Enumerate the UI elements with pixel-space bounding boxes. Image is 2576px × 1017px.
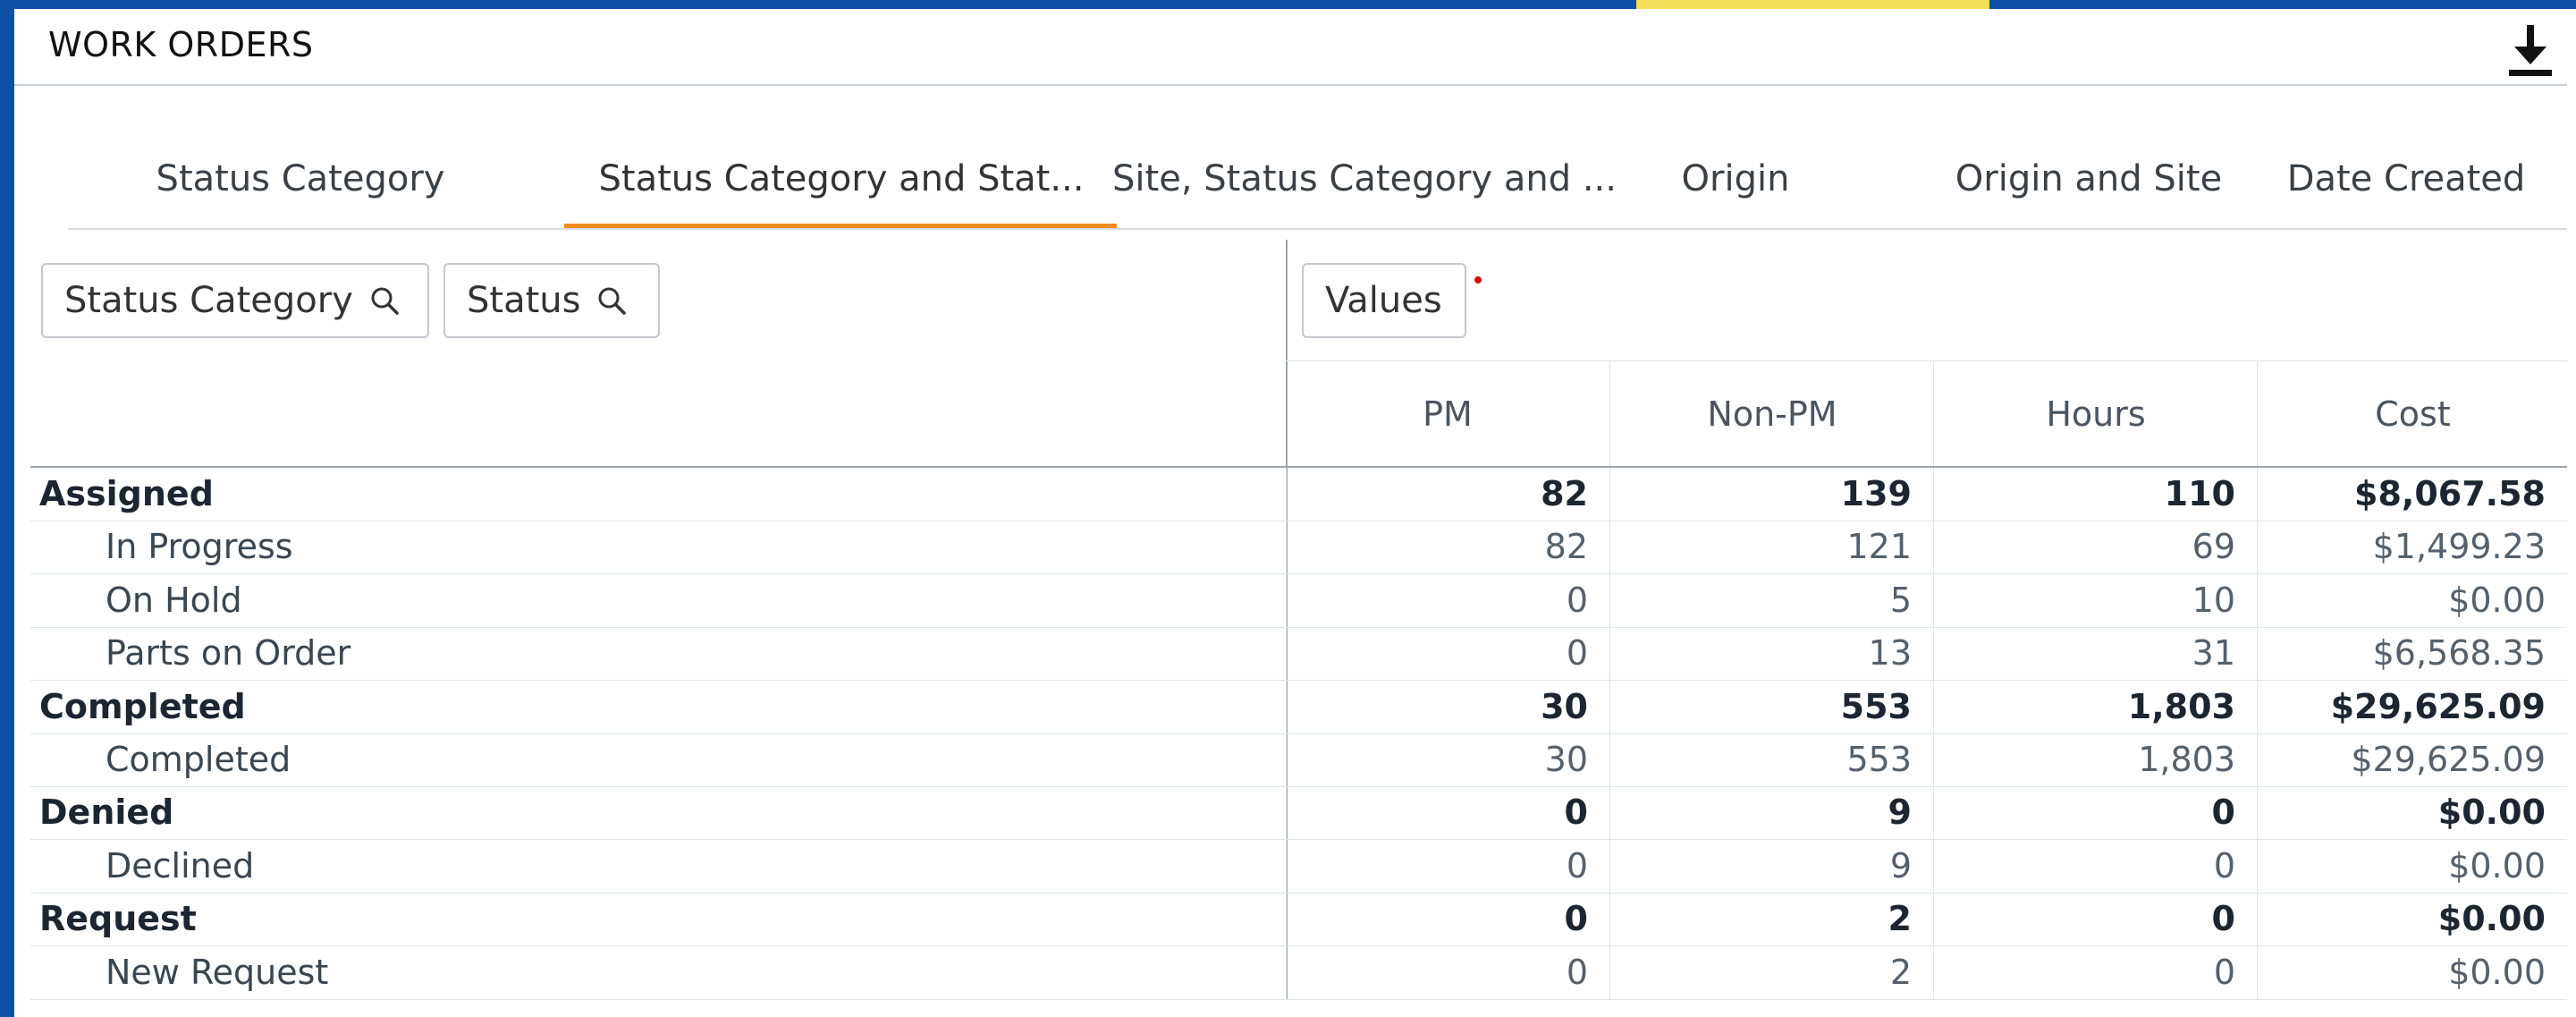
table-row-group[interactable]: Denied 0 9 0 $0.00 xyxy=(30,786,2567,841)
cell-cost: $6,568.35 xyxy=(2257,627,2567,681)
download-icon xyxy=(2509,25,2552,76)
panel-header: WORK ORDERS xyxy=(14,9,2567,86)
row-label: Assigned xyxy=(39,474,214,513)
cell-pm: 82 xyxy=(1286,521,1609,574)
table-row[interactable]: New Request 0 2 0 $0.00 xyxy=(30,945,2567,1000)
tab-status-category[interactable]: Status Category xyxy=(113,134,488,224)
cell-pm: 0 xyxy=(1286,627,1609,681)
tab-origin-and-site[interactable]: Origin and Site xyxy=(1901,134,2276,224)
status-category-chip-label: Status Category xyxy=(64,280,353,321)
row-label: In Progress xyxy=(106,527,293,567)
cell-nonpm: 139 xyxy=(1609,468,1933,521)
cell-pm: 30 xyxy=(1286,680,1609,733)
table-row-group[interactable]: Completed 30 553 1,803 $29,625.09 xyxy=(30,680,2567,734)
cell-nonpm: 2 xyxy=(1609,945,1933,999)
cell-nonpm: 2 xyxy=(1609,893,1933,946)
cell-hours: 0 xyxy=(1933,839,2257,893)
cell-cost: $0.00 xyxy=(2257,839,2567,893)
cell-pm: 30 xyxy=(1286,733,1609,786)
row-label: Denied xyxy=(39,792,174,833)
cell-cost: $0.00 xyxy=(2257,786,2567,840)
work-orders-panel: WORK ORDERS Status Category Status Categ… xyxy=(14,9,2576,1017)
column-header-pm[interactable]: PM xyxy=(1286,361,1609,467)
row-label: Parts on Order xyxy=(106,633,351,674)
cell-cost: $0.00 xyxy=(2257,573,2567,627)
cell-nonpm: 121 xyxy=(1609,521,1933,574)
table-row[interactable]: Parts on Order 0 13 31 $6,568.35 xyxy=(30,627,2567,682)
cell-nonpm: 13 xyxy=(1609,627,1933,681)
cell-cost: $29,625.09 xyxy=(2257,733,2567,786)
row-label: On Hold xyxy=(106,580,242,620)
row-label: Request xyxy=(39,899,197,939)
values-chip[interactable]: Values xyxy=(1302,263,1466,338)
table-row[interactable]: In Progress 82 121 69 $1,499.23 xyxy=(30,521,2567,575)
cell-pm: 0 xyxy=(1286,573,1609,627)
cell-hours: 69 xyxy=(1933,521,2257,574)
tab-bar: Status Category Status Category and Stat… xyxy=(86,134,2567,233)
row-label: Completed xyxy=(106,740,291,779)
cell-pm: 0 xyxy=(1286,786,1609,840)
row-label: New Request xyxy=(106,952,329,992)
cell-hours: 110 xyxy=(1933,468,2257,521)
tabs-divider xyxy=(68,228,2567,230)
cell-hours: 1,803 xyxy=(1933,680,2257,733)
cell-hours: 0 xyxy=(1933,786,2257,840)
cell-hours: 0 xyxy=(1933,893,2257,946)
table-row[interactable]: On Hold 0 5 10 $0.00 xyxy=(30,573,2567,628)
tab-origin[interactable]: Origin xyxy=(1619,134,1852,224)
download-button[interactable] xyxy=(2505,21,2555,77)
cursor-marker xyxy=(1474,276,1482,284)
table-row-group[interactable]: Assigned 82 139 110 $8,067.58 xyxy=(30,468,2567,521)
cell-nonpm: 9 xyxy=(1609,786,1933,840)
cell-cost: $29,625.09 xyxy=(2257,680,2567,733)
cell-hours: 1,803 xyxy=(1933,733,2257,786)
status-filter-chip[interactable]: Status xyxy=(443,263,660,338)
cell-nonpm: 5 xyxy=(1609,573,1933,627)
cell-pm: 0 xyxy=(1286,893,1609,946)
column-header-non-pm[interactable]: Non-PM xyxy=(1609,361,1934,467)
cell-nonpm: 553 xyxy=(1609,733,1933,786)
values-chip-label: Values xyxy=(1325,280,1442,321)
column-header-cost[interactable]: Cost xyxy=(2257,361,2568,467)
pivot-table: Status Category Status Values PM Non-PM … xyxy=(30,240,2567,1000)
cell-pm: 0 xyxy=(1286,839,1609,893)
table-row[interactable]: Declined 0 9 0 $0.00 xyxy=(30,839,2567,894)
cell-pm: 82 xyxy=(1286,468,1609,521)
cell-hours: 0 xyxy=(1933,945,2257,999)
tab-site-status-category[interactable]: Site, Status Category and ... xyxy=(1078,134,1651,224)
cell-cost: $1,499.23 xyxy=(2257,521,2567,574)
column-header-hours[interactable]: Hours xyxy=(1933,361,2258,467)
tab-date-created[interactable]: Date Created xyxy=(2259,134,2554,224)
panel-title: WORK ORDERS xyxy=(48,25,314,64)
search-icon xyxy=(371,287,399,315)
table-row[interactable]: Completed 30 553 1,803 $29,625.09 xyxy=(30,733,2567,787)
row-label: Declined xyxy=(106,845,255,886)
cell-cost: $0.00 xyxy=(2257,945,2567,999)
cell-pm: 0 xyxy=(1286,945,1609,999)
search-icon xyxy=(598,287,627,315)
cell-hours: 10 xyxy=(1933,573,2257,627)
cell-hours: 31 xyxy=(1933,627,2257,681)
cell-cost: $8,067.58 xyxy=(2257,468,2567,521)
cell-cost: $0.00 xyxy=(2257,893,2567,946)
cell-nonpm: 9 xyxy=(1609,839,1933,893)
cell-nonpm: 553 xyxy=(1609,680,1933,733)
column-header-row: PM Non-PM Hours Cost xyxy=(1286,360,2567,467)
top-accent-bar xyxy=(1636,0,1989,9)
row-label: Completed xyxy=(39,686,246,726)
status-chip-label: Status xyxy=(467,280,581,321)
table-row-group[interactable]: Request 0 2 0 $0.00 xyxy=(30,893,2567,947)
status-category-filter-chip[interactable]: Status Category xyxy=(41,263,429,338)
